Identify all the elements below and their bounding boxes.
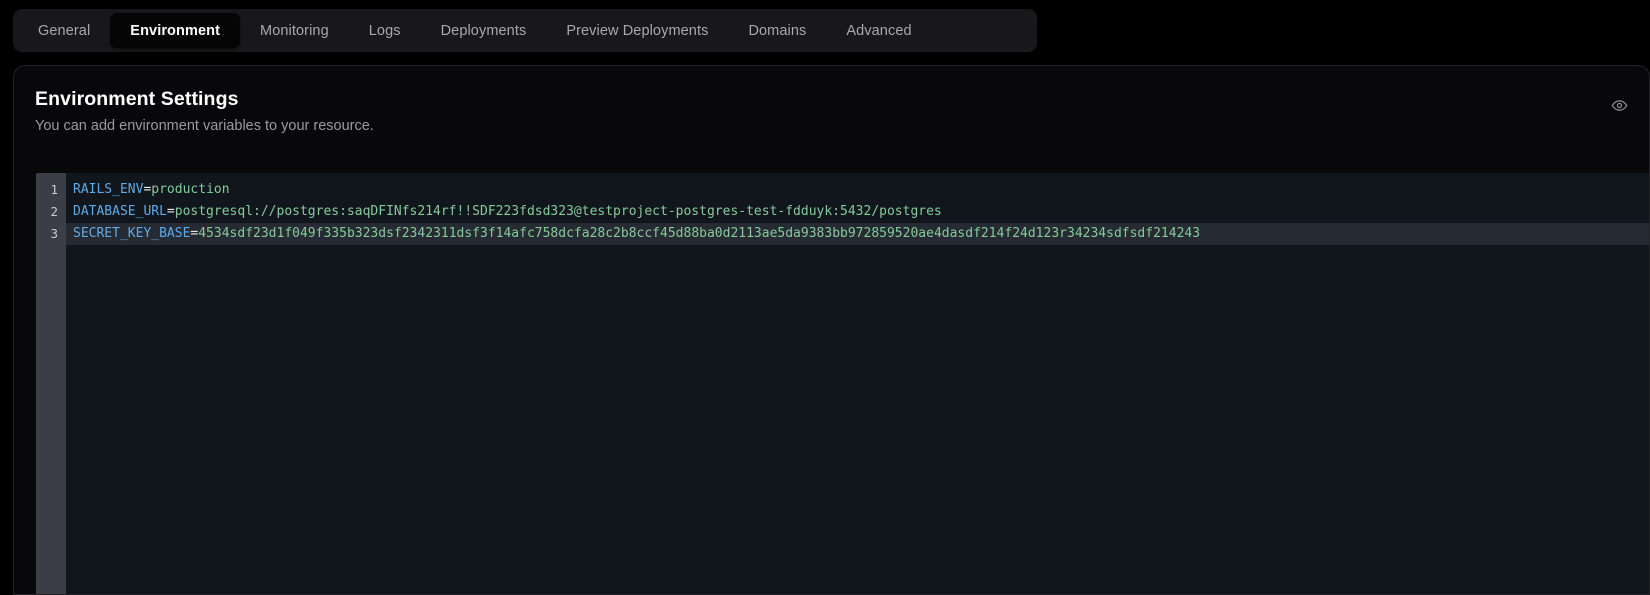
card-header: Environment Settings You can add environ… (14, 66, 1649, 136)
env-var-key: SECRET_KEY_BASE (73, 226, 191, 241)
env-var-value: production (151, 182, 230, 197)
code-line[interactable]: SECRET_KEY_BASE=4534sdf23d1f049f335b323d… (66, 223, 1649, 245)
environment-settings-card: Environment Settings You can add environ… (13, 65, 1650, 595)
line-number: 2 (50, 204, 58, 219)
tab-domains[interactable]: Domains (728, 13, 826, 48)
env-var-value: 4534sdf23d1f049f335b323dsf2342311dsf3f14… (198, 226, 1201, 241)
env-code-editor[interactable]: 123 RAILS_ENV=production DATABASE_URL=pos… (36, 173, 1649, 594)
page-subtitle: You can add environment variables to you… (35, 118, 374, 135)
tab-deployments[interactable]: Deployments (421, 13, 547, 48)
editor-line-number-gutter: 1 2 3 (36, 173, 66, 594)
env-var-value: postgresql://postgres:saqDFINfs214rf!!SD… (174, 204, 942, 219)
tab-monitoring[interactable]: Monitoring (240, 13, 349, 48)
environment-settings-page: General Environment Monitoring Logs Deployme… (0, 0, 1650, 595)
eye-icon (1611, 97, 1628, 114)
settings-tab-bar: General Environment Monitoring Logs Deployme… (13, 9, 1037, 52)
line-number: 1 (50, 182, 58, 197)
code-line[interactable]: RAILS_ENV=production (66, 179, 1649, 201)
env-var-key: RAILS_ENV (73, 182, 144, 197)
toggle-visibility-button[interactable] (1605, 91, 1633, 119)
editor-code-area[interactable]: RAILS_ENV=production DATABASE_URL=postgre… (66, 173, 1649, 594)
env-var-equals: = (166, 204, 175, 219)
tab-general[interactable]: General (18, 13, 110, 48)
tab-logs[interactable]: Logs (349, 13, 421, 48)
tab-environment[interactable]: Environment (110, 13, 241, 48)
page-title: Environment Settings (35, 88, 239, 110)
tab-advanced[interactable]: Advanced (826, 13, 931, 48)
env-var-key: DATABASE_URL (73, 204, 167, 219)
line-number: 3 (50, 226, 58, 241)
tab-preview-deployments[interactable]: Preview Deployments (546, 13, 728, 48)
code-line[interactable]: DATABASE_URL=postgresql://postgres:saqDF… (66, 201, 1649, 223)
